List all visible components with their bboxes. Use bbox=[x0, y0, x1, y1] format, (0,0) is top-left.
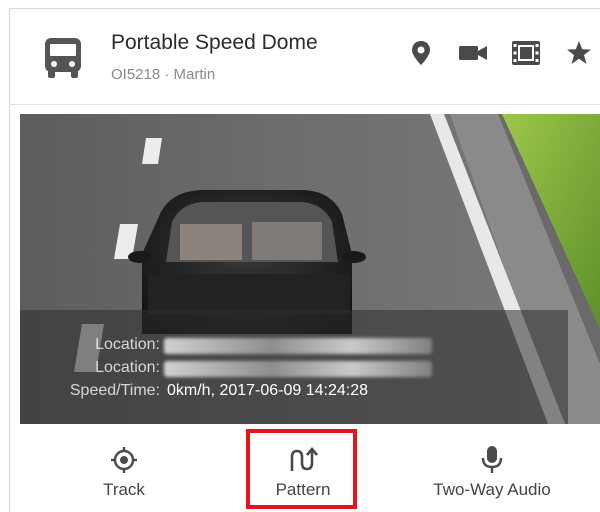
two-way-audio-label: Two-Way Audio bbox=[433, 480, 551, 499]
track-label: Track bbox=[103, 480, 145, 499]
location-label: Location: bbox=[95, 336, 160, 353]
microphone-icon bbox=[481, 446, 503, 474]
device-title: Portable Speed Dome bbox=[111, 31, 318, 54]
crosshair-icon bbox=[110, 446, 138, 474]
redacted-location bbox=[164, 361, 432, 377]
video-camera-button[interactable] bbox=[456, 38, 490, 72]
track-button[interactable]: Track bbox=[69, 424, 179, 512]
bus-icon bbox=[43, 36, 83, 80]
location-label: Location: bbox=[95, 359, 160, 376]
favorite-button[interactable] bbox=[562, 38, 596, 72]
pattern-highlight-box bbox=[246, 429, 357, 509]
location-pin-icon bbox=[411, 40, 431, 71]
location-button[interactable] bbox=[404, 38, 438, 72]
star-icon bbox=[566, 40, 592, 71]
redacted-location bbox=[164, 338, 432, 354]
live-video-feed[interactable]: Location: Location: Speed/Time: 0km/h, 2… bbox=[20, 114, 600, 424]
two-way-audio-button[interactable]: Two-Way Audio bbox=[407, 424, 577, 512]
film-icon bbox=[512, 40, 540, 70]
recording-button[interactable] bbox=[509, 38, 543, 72]
device-subtitle: OI5218 · Martin bbox=[111, 66, 216, 83]
video-info-overlay: Location: Location: Speed/Time: 0km/h, 2… bbox=[20, 310, 568, 424]
header-divider bbox=[9, 104, 600, 105]
speed-time-value: 0km/h, 2017-06-09 14:24:28 bbox=[167, 382, 369, 399]
video-camera-icon bbox=[459, 44, 487, 67]
speed-time-label: Speed/Time: bbox=[69, 382, 160, 399]
card-header: Portable Speed Dome OI5218 · Martin bbox=[9, 8, 600, 104]
